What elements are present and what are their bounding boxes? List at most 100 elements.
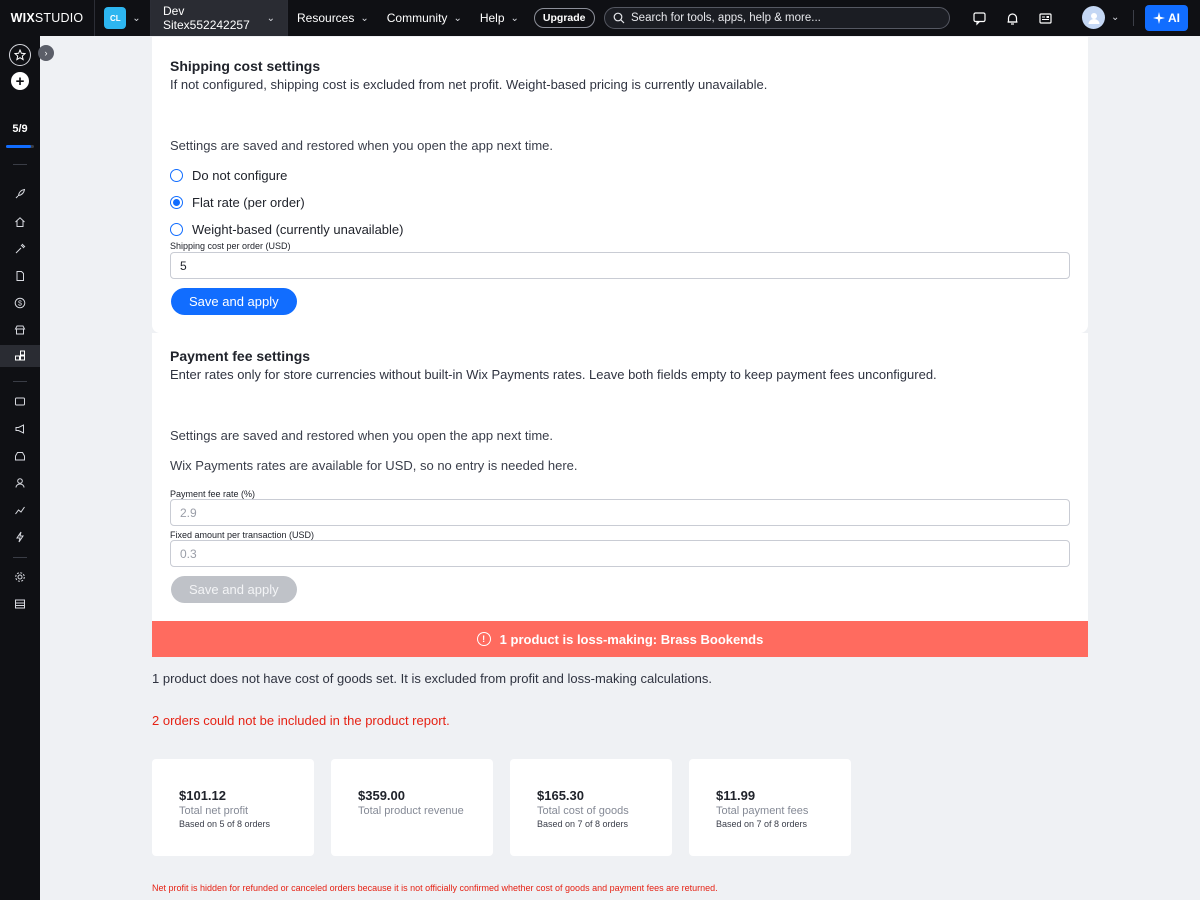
- nav-help-label: Help: [479, 11, 505, 25]
- apps-icon[interactable]: [8, 346, 32, 366]
- rail-divider: [13, 557, 27, 558]
- ai-button[interactable]: AI: [1145, 5, 1188, 31]
- chat-icon[interactable]: [963, 0, 996, 36]
- payment-title: Payment fee settings: [170, 348, 311, 364]
- net-profit-footnote: Net profit is hidden for refunded or can…: [152, 883, 718, 893]
- stat-label: Total product revenue: [358, 805, 464, 817]
- payment-subtitle: Enter rates only for store currencies wi…: [170, 367, 937, 382]
- inbox-icon[interactable]: [8, 392, 32, 412]
- search-input[interactable]: Search for tools, apps, help & more...: [604, 7, 950, 29]
- stat-basis: Based on 5 of 8 orders: [179, 819, 271, 829]
- tray-icon[interactable]: [8, 446, 32, 466]
- nav-community[interactable]: Community ⌄: [378, 0, 471, 36]
- payment-rate-input[interactable]: 2.9: [170, 499, 1070, 526]
- stat-card-cost-of-goods: $165.30 Total cost of goods Based on 7 o…: [510, 759, 672, 856]
- design-icon[interactable]: [8, 239, 32, 259]
- brand-suffix: STUDIO: [34, 11, 84, 25]
- search-icon: [613, 12, 625, 24]
- stat-basis: Based on 7 of 8 orders: [537, 819, 629, 829]
- workspace-switcher[interactable]: CL ⌄: [95, 0, 151, 36]
- radio-button[interactable]: [170, 223, 183, 236]
- bell-icon[interactable]: [996, 0, 1029, 36]
- alert-text: 1 product is loss-making: Brass Bookends: [499, 631, 764, 647]
- star-icon[interactable]: [9, 44, 31, 66]
- megaphone-icon[interactable]: [8, 419, 32, 439]
- radio-label: Weight-based (currently unavailable): [192, 222, 404, 237]
- cogs-note: 1 product does not have cost of goods se…: [152, 671, 713, 686]
- stat-label: Total cost of goods: [537, 805, 629, 817]
- table-icon[interactable]: [8, 594, 32, 614]
- fixed-amount-input[interactable]: 0.3: [170, 540, 1070, 567]
- stat-card-revenue: $359.00 Total product revenue: [331, 759, 493, 856]
- nav-resources-label: Resources: [297, 11, 355, 25]
- stat-label: Total net profit: [179, 805, 249, 817]
- sparkle-icon: [1153, 12, 1165, 24]
- rail-divider: [13, 381, 27, 382]
- ai-label: AI: [1168, 11, 1180, 25]
- chevron-down-icon: ⌄: [266, 12, 275, 24]
- add-icon[interactable]: +: [11, 72, 29, 90]
- expand-sidebar-button[interactable]: ›: [38, 45, 54, 61]
- stat-value: $165.30: [537, 788, 584, 803]
- left-rail: + 5/9 $: [0, 36, 40, 900]
- topbar-divider: [1133, 10, 1134, 26]
- shipping-saved-note: Settings are saved and restored when you…: [170, 138, 554, 153]
- radio-flat-rate[interactable]: Flat rate (per order): [170, 195, 305, 210]
- contacts-icon[interactable]: [8, 473, 32, 493]
- store-icon[interactable]: [8, 320, 32, 340]
- chevron-down-icon: ⌄: [360, 12, 369, 24]
- chevron-down-icon: ⌄: [453, 12, 462, 24]
- automation-icon[interactable]: [8, 527, 32, 547]
- nav-community-label: Community: [386, 11, 448, 25]
- document-icon[interactable]: [8, 266, 32, 286]
- svg-text:$: $: [18, 301, 22, 308]
- nav-resources[interactable]: Resources ⌄: [288, 0, 378, 36]
- stat-card-net-profit: $101.12 Total net profit Based on 5 of 8…: [152, 759, 314, 856]
- radio-do-not-configure[interactable]: Do not configure: [170, 168, 287, 183]
- stat-value: $359.00: [358, 788, 405, 803]
- shipping-cost-label: Shipping cost per order (USD): [170, 241, 291, 251]
- stat-card-payment-fees: $11.99 Total payment fees Based on 7 of …: [689, 759, 851, 856]
- payment-saved-note: Settings are saved and restored when you…: [170, 428, 554, 443]
- radio-button-selected[interactable]: [170, 196, 183, 209]
- loss-making-alert: ! 1 product is loss-making: Brass Booken…: [152, 621, 1088, 657]
- payment-rate-label: Payment fee rate (%): [170, 489, 256, 499]
- search-placeholder: Search for tools, apps, help & more...: [631, 12, 821, 24]
- account-menu[interactable]: ⌄: [1082, 6, 1119, 29]
- shipping-title: Shipping cost settings: [170, 58, 321, 74]
- site-selector[interactable]: Dev Sitex552242257 ⌄: [151, 0, 288, 36]
- home-icon[interactable]: [8, 212, 32, 232]
- wix-studio-logo[interactable]: WIX STUDIO: [0, 0, 95, 36]
- stat-label: Total payment fees: [716, 805, 809, 817]
- chevron-down-icon: ⌄: [1111, 12, 1120, 23]
- radio-button[interactable]: [170, 169, 183, 182]
- stat-basis: Based on 7 of 8 orders: [716, 819, 808, 829]
- rail-divider: [13, 164, 27, 165]
- workspace-badge: CL: [104, 7, 127, 29]
- chevron-down-icon: ⌄: [510, 12, 519, 24]
- rocket-icon[interactable]: [8, 184, 32, 204]
- radio-label: Do not configure: [192, 168, 288, 183]
- radio-label: Flat rate (per order): [192, 195, 305, 210]
- setup-progress-fill: [6, 145, 32, 148]
- warning-icon: !: [476, 632, 491, 646]
- upgrade-button[interactable]: Upgrade: [533, 8, 595, 28]
- shipping-subtitle: If not configured, shipping cost is excl…: [170, 77, 768, 92]
- analytics-icon[interactable]: [8, 500, 32, 520]
- payment-rates-note: Wix Payments rates are available for USD…: [170, 458, 578, 473]
- news-icon[interactable]: [1029, 0, 1062, 36]
- shipping-save-button[interactable]: Save and apply: [171, 288, 297, 315]
- payment-save-button[interactable]: Save and apply: [171, 576, 297, 603]
- brand-name: WIX: [10, 11, 35, 25]
- dollar-icon[interactable]: $: [8, 293, 32, 313]
- setup-progress-label[interactable]: 5/9: [0, 123, 40, 135]
- nav-help[interactable]: Help ⌄: [471, 0, 528, 36]
- payment-fee-card: Payment fee settings Enter rates only fo…: [152, 333, 1088, 621]
- stat-value: $101.12: [179, 788, 226, 803]
- radio-weight-based[interactable]: Weight-based (currently unavailable): [170, 222, 403, 237]
- gear-icon[interactable]: [8, 567, 32, 587]
- shipping-cost-input[interactable]: 5: [170, 252, 1070, 279]
- top-bar: WIX STUDIO CL ⌄ Dev Sitex552242257 ⌄ Res…: [0, 0, 1200, 36]
- site-name: Dev Sitex552242257: [163, 4, 250, 32]
- chevron-down-icon: ⌄: [132, 12, 141, 24]
